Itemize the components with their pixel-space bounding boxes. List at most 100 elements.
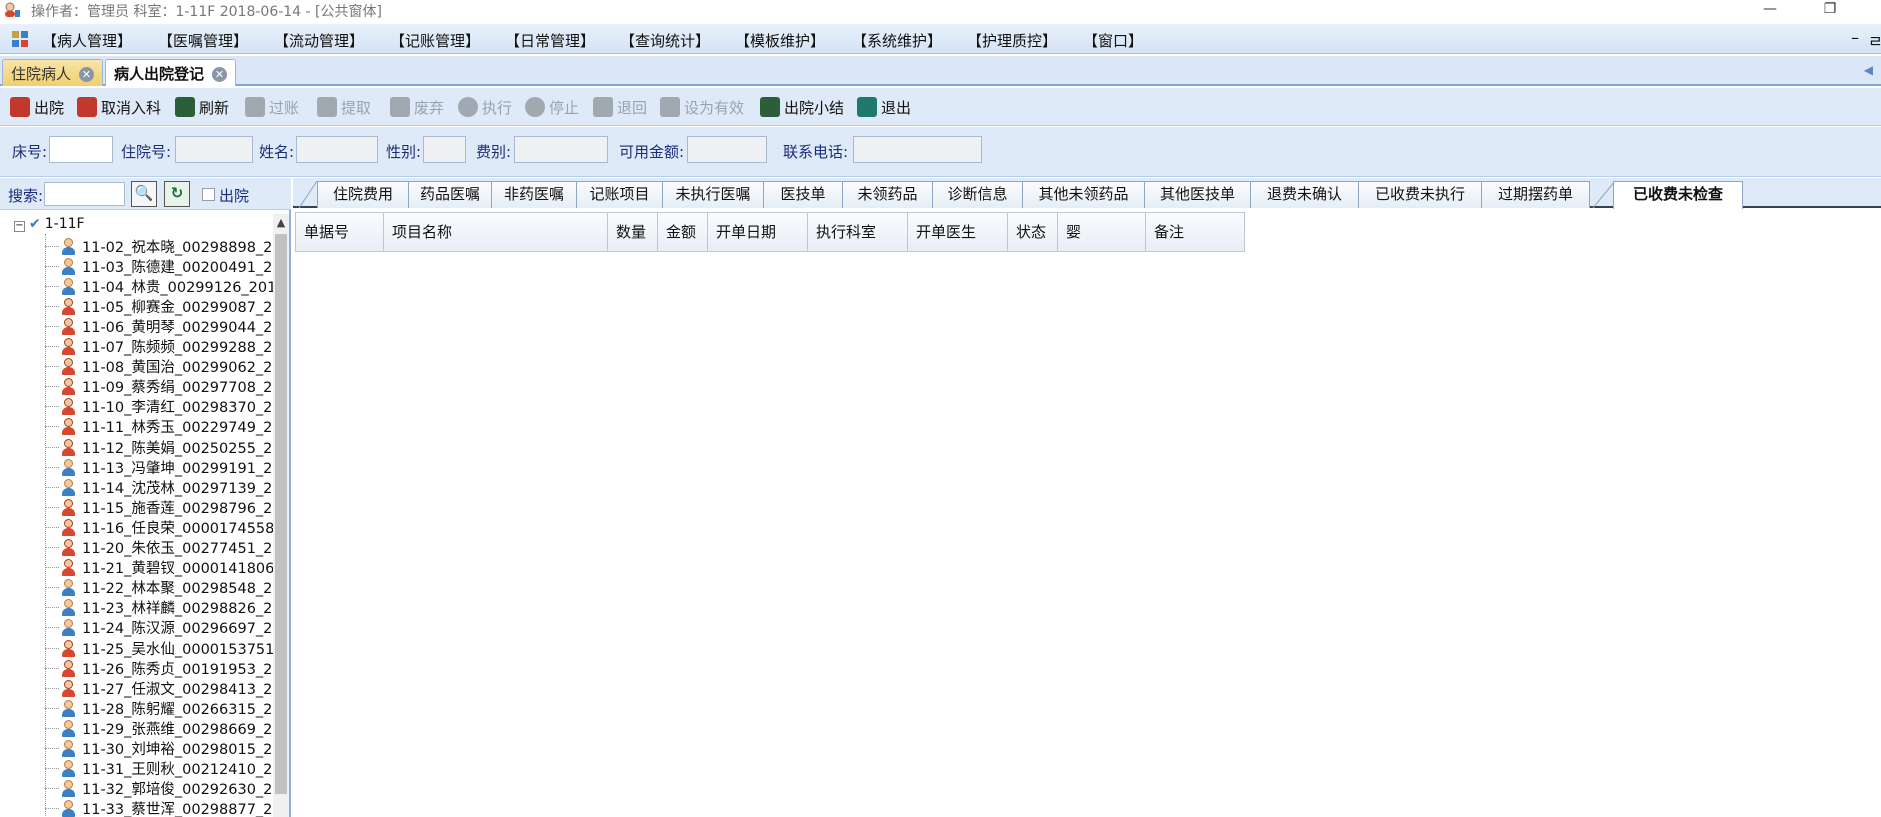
tree-patient-node[interactable]: 11-09_蔡秀绢_00297708_201 xyxy=(45,377,273,397)
tab-billing-items[interactable]: 记账项目 xyxy=(576,181,663,208)
column-header-remarks[interactable]: 备注 xyxy=(1146,213,1244,251)
search-input[interactable] xyxy=(44,182,125,206)
column-header-exec-dept[interactable]: 执行科室 xyxy=(808,213,908,251)
tree-patient-node[interactable]: 11-16_任良荣_0000174558_2 xyxy=(45,517,273,537)
column-header-ordering-doctor[interactable]: 开单医生 xyxy=(908,213,1008,251)
tree-patient-node[interactable]: 11-10_李清红_00298370_201 xyxy=(45,397,273,417)
scroll-up-icon[interactable]: ▲ xyxy=(273,214,289,232)
tree-patient-node[interactable]: 11-33_蔡世浑_00298877_201 xyxy=(45,799,273,817)
tree-patient-node[interactable]: 11-31_王则秋_00212410_201 xyxy=(45,759,273,779)
tree-patient-node[interactable]: 11-02_祝本晓_00298898_201 xyxy=(45,236,273,256)
bed-field[interactable] xyxy=(49,136,113,163)
post-button[interactable]: 过账 xyxy=(245,97,299,118)
collapse-icon[interactable]: − xyxy=(14,221,25,232)
tab-paid-unexecuted[interactable]: 已收费未执行 xyxy=(1358,181,1482,208)
tab-paid-unchecked[interactable]: 已收费未检查 xyxy=(1613,181,1743,209)
tree-patient-node[interactable]: 11-24_陈汉源_00296697_201 xyxy=(45,618,273,638)
tab-drug-orders[interactable]: 药品医嘱 xyxy=(408,181,492,208)
tab-other-medical-tech[interactable]: 其他医技单 xyxy=(1144,181,1251,208)
tree-patient-node[interactable]: 11-30_刘坤裕_00298015_201 xyxy=(45,739,273,759)
fee-type-field[interactable] xyxy=(514,136,608,163)
menu-order-management[interactable]: 【医嘱管理】 xyxy=(158,30,248,51)
tree-patient-node[interactable]: 11-14_沈茂林_00297139_201 xyxy=(45,477,273,497)
tree-patient-node[interactable]: 11-04_林贵_00299126_2018C xyxy=(45,276,273,296)
close-icon[interactable]: ✕ xyxy=(212,67,228,82)
tab-refund-unconfirmed[interactable]: 退费未确认 xyxy=(1250,181,1359,208)
tab-inpatient-fees[interactable]: 住院费用 xyxy=(317,181,409,208)
exit-button[interactable]: 退出 xyxy=(857,97,911,118)
doc-tab-discharge-registration[interactable]: 病人出院登记 ✕ xyxy=(105,59,237,86)
column-header-doc-no[interactable]: 单据号 xyxy=(296,213,384,251)
discard-button[interactable]: 废弃 xyxy=(390,97,444,118)
tree-patient-node[interactable]: 11-27_任淑文_00298413_201 xyxy=(45,678,273,698)
cancel-admission-button[interactable]: 取消入科 xyxy=(77,97,161,118)
refresh-tree-icon[interactable]: ↻ xyxy=(164,181,190,207)
menu-window[interactable]: 【窗口】 xyxy=(1083,30,1143,51)
menu-daily-management[interactable]: 【日常管理】 xyxy=(505,30,595,51)
tree-root-ward[interactable]: − ✔ 1-11F xyxy=(14,216,85,234)
column-header-infant[interactable]: 婴 xyxy=(1058,213,1146,251)
tree-patient-node[interactable]: 11-13_冯肇坤_00299191_201 xyxy=(45,457,273,477)
menu-nursing-quality[interactable]: 【护理质控】 xyxy=(967,30,1057,51)
tab-unclaimed-drugs[interactable]: 未领药品 xyxy=(842,181,933,208)
tree-patient-node[interactable]: 11-08_黄国治_00299062_201 xyxy=(45,357,273,377)
tree-patient-node[interactable]: 11-26_陈秀贞_00191953_201 xyxy=(45,658,273,678)
tree-patient-node[interactable]: 11-28_陈躬耀_00266315_201 xyxy=(45,698,273,718)
tree-patient-node[interactable]: 11-03_陈德建_00200491_201 xyxy=(45,256,273,276)
column-header-item-name[interactable]: 项目名称 xyxy=(384,213,608,251)
menu-flow-management[interactable]: 【流动管理】 xyxy=(274,30,364,51)
tree-patient-node[interactable]: 11-11_林秀玉_00229749_201 xyxy=(45,417,273,437)
tree-patient-node[interactable]: 11-15_施香莲_00298796_201 xyxy=(45,497,273,517)
execute-button[interactable]: 执行 xyxy=(458,97,512,118)
menu-system-maintenance[interactable]: 【系统维护】 xyxy=(852,30,942,51)
tree-scrollbar[interactable]: ▲ xyxy=(273,214,289,817)
tree-patient-node[interactable]: 11-20_朱依玉_00277451_201 xyxy=(45,538,273,558)
column-header-order-date[interactable]: 开单日期 xyxy=(708,213,808,251)
return-button[interactable]: 退回 xyxy=(593,97,647,118)
tree-patient-node[interactable]: 11-21_黄碧钗_0000141806_2 xyxy=(45,558,273,578)
tree-patient-node[interactable]: 11-25_吴水仙_0000153751_2 xyxy=(45,638,273,658)
tree-patient-node[interactable]: 11-06_黄明琴_00299044_201 xyxy=(45,316,273,336)
discharged-checkbox[interactable] xyxy=(202,188,215,201)
tab-diagnosis-info[interactable]: 诊断信息 xyxy=(932,181,1023,208)
refresh-button[interactable]: 刷新 xyxy=(175,97,229,118)
extract-button[interactable]: 提取 xyxy=(317,97,371,118)
doc-tab-inpatients[interactable]: 住院病人 ✕ xyxy=(2,59,104,86)
stop-button[interactable]: 停止 xyxy=(525,97,579,118)
close-icon[interactable]: ✕ xyxy=(79,67,95,82)
search-icon[interactable]: 🔍 xyxy=(131,181,157,207)
mdi-minimize-button[interactable]: – xyxy=(1851,28,1859,47)
tree-patient-node[interactable]: 11-12_陈美娟_00250255_201 xyxy=(45,437,273,457)
menu-patient-management[interactable]: 【病人管理】 xyxy=(42,30,132,51)
restore-button[interactable]: ❐ xyxy=(1807,0,1853,20)
tree-patient-node[interactable]: 11-32_郭培俊_00292630_201 xyxy=(45,779,273,799)
discharge-button[interactable]: 出院 xyxy=(10,97,64,118)
scrollbar-thumb[interactable] xyxy=(275,234,287,794)
tree-patient-node[interactable]: 11-07_陈频频_00299288_201 xyxy=(45,337,273,357)
tab-non-drug-orders[interactable]: 非药医嘱 xyxy=(491,181,577,208)
discharge-summary-button[interactable]: 出院小结 xyxy=(760,97,844,118)
tree-patient-node[interactable]: 11-22_林本聚_00298548_201 xyxy=(45,578,273,598)
tab-unexecuted-orders[interactable]: 未执行医嘱 xyxy=(662,181,764,208)
column-header-amount[interactable]: 金额 xyxy=(658,213,708,251)
inpatient-no-field[interactable] xyxy=(175,136,253,163)
available-amount-field[interactable] xyxy=(687,136,767,163)
phone-field[interactable] xyxy=(853,136,982,163)
gender-field[interactable] xyxy=(423,136,466,163)
column-header-status[interactable]: 状态 xyxy=(1008,213,1058,251)
menu-template-maintenance[interactable]: 【模板维护】 xyxy=(735,30,825,51)
menu-app-icon[interactable] xyxy=(12,31,28,47)
tree-patient-node[interactable]: 11-23_林祥麟_00298826_201 xyxy=(45,598,273,618)
mdi-restore-button[interactable]: ㄹ xyxy=(1868,28,1881,52)
column-header-quantity[interactable]: 数量 xyxy=(608,213,658,251)
menu-query-statistics[interactable]: 【查询统计】 xyxy=(620,30,710,51)
tree-patient-node[interactable]: 11-05_柳赛金_00299087_201 xyxy=(45,296,273,316)
tree-patient-node[interactable]: 11-29_张燕维_00298669_201 xyxy=(45,718,273,738)
tab-expired-dispensing[interactable]: 过期摆药单 xyxy=(1481,181,1590,208)
tab-scroll-left-icon[interactable]: ◀ xyxy=(1864,63,1873,77)
menu-billing-management[interactable]: 【记账管理】 xyxy=(390,30,480,51)
set-valid-button[interactable]: 设为有效 xyxy=(660,97,744,118)
name-field[interactable] xyxy=(296,136,378,163)
tab-medical-tech-orders[interactable]: 医技单 xyxy=(763,181,843,208)
minimize-button[interactable]: — xyxy=(1747,0,1793,20)
